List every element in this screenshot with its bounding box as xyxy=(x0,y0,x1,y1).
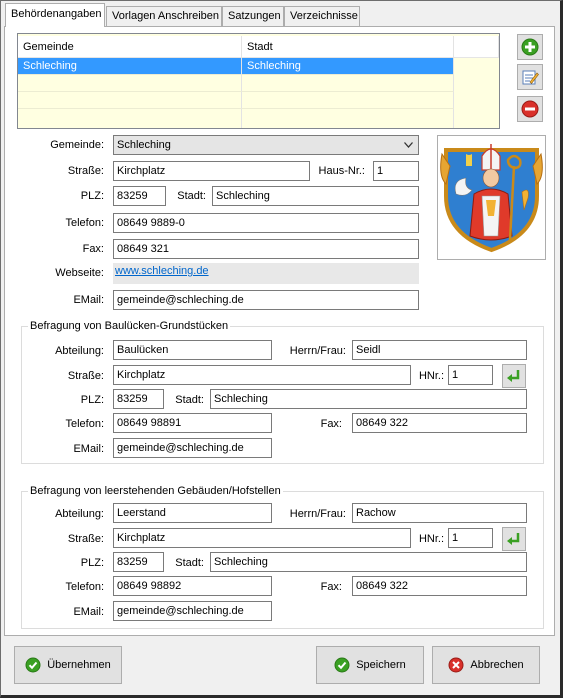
webseite-link[interactable]: www.schleching.de xyxy=(115,265,209,277)
g2-abteilung-label: Abteilung: xyxy=(55,508,104,520)
g1-fax-label: Fax: xyxy=(320,418,342,430)
g1-email-input[interactable]: gemeinde@schleching.de xyxy=(113,438,272,458)
grid-cell-stadt[interactable]: Schleching xyxy=(242,58,454,75)
tab-vorlagen-anschreiben[interactable]: Vorlagen Anschreiben xyxy=(106,6,222,26)
hausnr-input[interactable]: 1 xyxy=(373,161,419,181)
tab-verzeichnisse[interactable]: Verzeichnisse xyxy=(284,6,360,26)
add-icon xyxy=(521,38,539,56)
coat-of-arms-icon xyxy=(440,144,543,253)
stadt-label: Stadt: xyxy=(177,190,206,202)
g2-email-input[interactable]: gemeinde@schleching.de xyxy=(113,601,272,621)
g1-stadt-label: Stadt: xyxy=(175,394,204,406)
g1-copy-address-button[interactable] xyxy=(502,364,526,388)
g2-stadt-label: Stadt: xyxy=(175,557,204,569)
baulucken-group-title: Befragung von Baulücken-Grundstücken xyxy=(28,320,231,332)
g2-abteilung-input[interactable]: Leerstand xyxy=(113,503,272,523)
g2-plz-input[interactable]: 83259 xyxy=(113,552,164,572)
speichern-label: Speichern xyxy=(356,659,406,671)
g1-herr-label: Herrn/Frau: xyxy=(289,345,346,357)
gemeinde-select[interactable]: Schleching xyxy=(113,135,419,155)
edit-icon xyxy=(522,70,539,85)
g2-fax-label: Fax: xyxy=(320,581,342,593)
check-icon xyxy=(25,657,41,673)
grid-empty-cell xyxy=(242,109,454,128)
g1-plz-input[interactable]: 83259 xyxy=(113,389,164,409)
telefon-label: Telefon: xyxy=(65,217,104,229)
webseite-label: Webseite: xyxy=(55,267,104,279)
g2-fax-input[interactable]: 08649 322 xyxy=(352,576,527,596)
grid-header-filler xyxy=(454,36,499,58)
g1-stadt-input[interactable]: Schleching xyxy=(210,389,527,409)
g1-hnr-label: HNr.: xyxy=(418,370,444,382)
stadt-input[interactable]: Schleching xyxy=(212,186,419,206)
g2-hnr-label: HNr.: xyxy=(418,533,444,545)
edit-button[interactable] xyxy=(517,64,543,90)
chevron-down-icon xyxy=(404,142,413,148)
telefon-input[interactable]: 08649 9889-0 xyxy=(113,213,419,233)
abbrechen-label: Abbrechen xyxy=(470,659,524,671)
tab-satzungen[interactable]: Satzungen xyxy=(222,6,284,26)
grid-empty-cell xyxy=(242,75,454,92)
hausnr-label: Haus-Nr.: xyxy=(318,165,365,177)
tab-behoerdenangaben[interactable]: Behördenangaben xyxy=(5,3,105,27)
grid-empty-cell xyxy=(18,75,242,92)
leerstand-group-title: Befragung von leerstehenden Gebäuden/Hof… xyxy=(28,485,283,497)
grid-empty-cell xyxy=(18,92,242,109)
g1-plz-label: PLZ: xyxy=(80,394,104,406)
strasse-input[interactable]: Kirchplatz xyxy=(113,161,310,181)
g2-telefon-input[interactable]: 08649 98892 xyxy=(113,576,272,596)
g1-hnr-input[interactable]: 1 xyxy=(448,365,493,385)
check-icon xyxy=(334,657,350,673)
speichern-button[interactable]: Speichern xyxy=(316,646,424,684)
coat-of-arms-frame xyxy=(437,135,546,260)
abbrechen-button[interactable]: Abbrechen xyxy=(432,646,540,684)
g2-copy-address-button[interactable] xyxy=(502,527,526,551)
g1-strasse-input[interactable]: Kirchplatz xyxy=(113,365,411,385)
plz-input[interactable]: 83259 xyxy=(113,186,166,206)
arrow-return-icon xyxy=(507,533,520,545)
webseite-field: www.schleching.de xyxy=(113,263,419,284)
g2-telefon-label: Telefon: xyxy=(65,581,104,593)
g1-herr-input[interactable]: Seidl xyxy=(352,340,527,360)
g2-hnr-input[interactable]: 1 xyxy=(448,528,493,548)
grid-empty-cell xyxy=(18,109,242,128)
gemeinde-label: Gemeinde: xyxy=(50,139,104,151)
arrow-return-icon xyxy=(507,370,520,382)
g1-strasse-label: Straße: xyxy=(67,370,104,382)
delete-button[interactable] xyxy=(517,96,543,122)
email-input[interactable]: gemeinde@schleching.de xyxy=(113,290,419,310)
g2-herr-label: Herrn/Frau: xyxy=(289,508,346,520)
g1-email-label: EMail: xyxy=(73,443,104,455)
fax-input[interactable]: 08649 321 xyxy=(113,239,419,259)
g2-stadt-input[interactable]: Schleching xyxy=(210,552,527,572)
uebernehmen-label: Übernehmen xyxy=(47,659,111,671)
g2-plz-label: PLZ: xyxy=(80,557,104,569)
g2-strasse-input[interactable]: Kirchplatz xyxy=(113,528,411,548)
gemeinde-grid[interactable]: Gemeinde Stadt Schleching Schleching xyxy=(17,33,500,129)
add-button[interactable] xyxy=(517,34,543,60)
grid-header-stadt[interactable]: Stadt xyxy=(242,36,454,58)
g2-email-label: EMail: xyxy=(73,606,104,618)
grid-cell-gemeinde[interactable]: Schleching xyxy=(18,58,242,75)
g1-telefon-label: Telefon: xyxy=(65,418,104,430)
g2-strasse-label: Straße: xyxy=(67,533,104,545)
uebernehmen-button[interactable]: Übernehmen xyxy=(14,646,122,684)
grid-empty-cell xyxy=(242,92,454,109)
g1-abteilung-label: Abteilung: xyxy=(55,345,104,357)
g1-telefon-input[interactable]: 08649 98891 xyxy=(113,413,272,433)
plz-label: PLZ: xyxy=(80,190,104,202)
strasse-label: Straße: xyxy=(67,165,104,177)
g1-abteilung-input[interactable]: Baulücken xyxy=(113,340,272,360)
g1-fax-input[interactable]: 08649 322 xyxy=(352,413,527,433)
cancel-icon xyxy=(448,657,464,673)
gemeinde-select-value: Schleching xyxy=(117,139,171,151)
fax-label: Fax: xyxy=(82,243,104,255)
email-label: EMail: xyxy=(73,294,104,306)
delete-icon xyxy=(521,100,539,118)
g2-herr-input[interactable]: Rachow xyxy=(352,503,527,523)
grid-header-gemeinde[interactable]: Gemeinde xyxy=(18,36,242,58)
